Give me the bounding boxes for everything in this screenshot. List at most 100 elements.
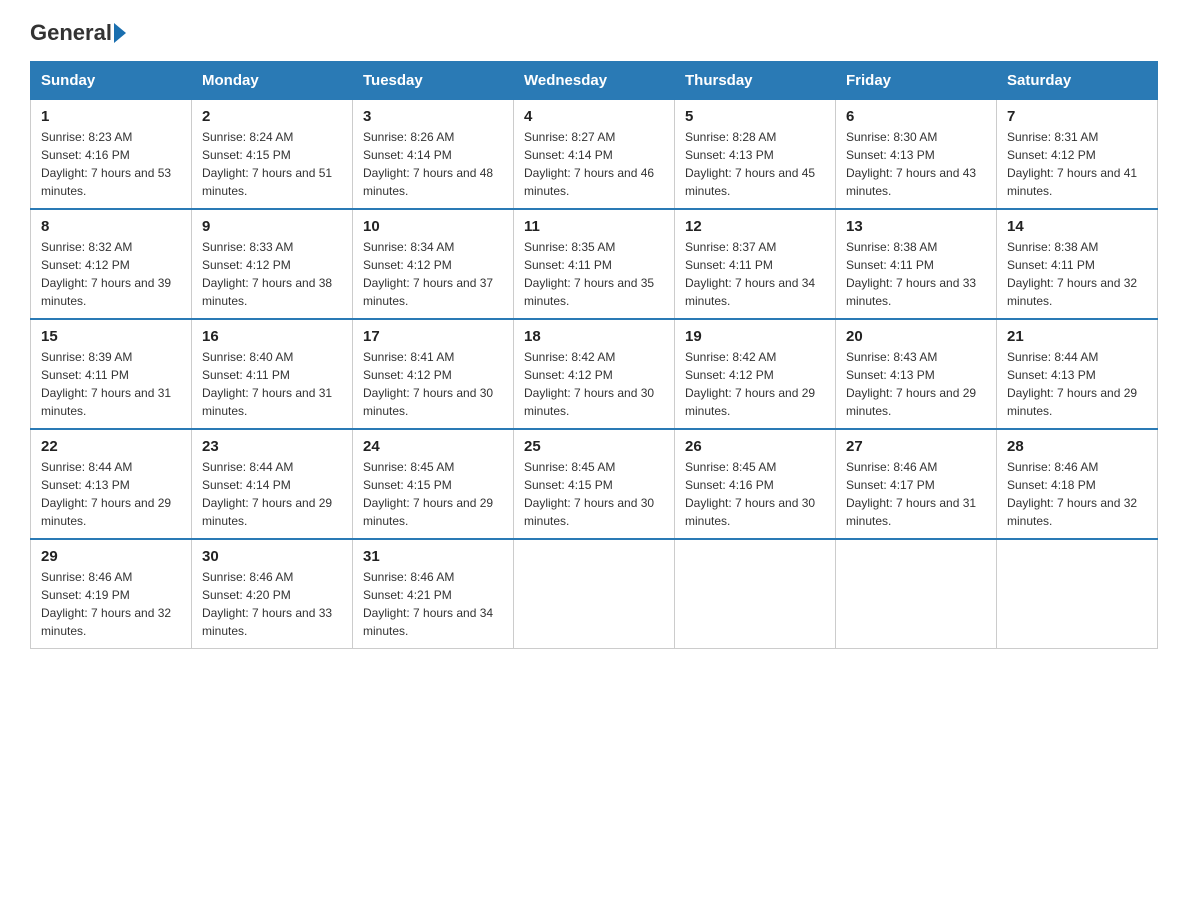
day-info: Sunrise: 8:27 AMSunset: 4:14 PMDaylight:… [524,128,664,200]
day-number: 18 [524,328,664,345]
calendar-cell: 12 Sunrise: 8:37 AMSunset: 4:11 PMDayligh… [675,209,836,319]
day-info: Sunrise: 8:46 AMSunset: 4:20 PMDaylight:… [202,568,342,640]
day-number: 25 [524,438,664,455]
day-number: 9 [202,218,342,235]
day-info: Sunrise: 8:37 AMSunset: 4:11 PMDaylight:… [685,238,825,310]
weekday-header-monday: Monday [192,62,353,100]
calendar-cell: 26Sunrise: 8:45 AMSunset: 4:16 PMDayligh… [675,429,836,539]
day-number: 31 [363,548,503,565]
page-header: General [30,20,1158,43]
day-number: 14 [1007,218,1147,235]
calendar-cell: 31 Sunrise: 8:46 AMSunset: 4:21 PMDayligh… [353,539,514,649]
day-info: Sunrise: 8:28 AMSunset: 4:13 PMDaylight:… [685,128,825,200]
weekday-header-sunday: Sunday [31,62,192,100]
day-number: 30 [202,548,342,565]
weekday-header-thursday: Thursday [675,62,836,100]
day-info: Sunrise: 8:40 AMSunset: 4:11 PMDaylight:… [202,348,342,420]
calendar-cell: 11Sunrise: 8:35 AMSunset: 4:11 PMDayligh… [514,209,675,319]
calendar-cell: 15 Sunrise: 8:39 AMSunset: 4:11 PMDayligh… [31,319,192,429]
weekday-header-tuesday: Tuesday [353,62,514,100]
logo-line1: General [30,20,126,46]
day-number: 5 [685,108,825,125]
day-info: Sunrise: 8:45 AMSunset: 4:15 PMDaylight:… [524,458,664,530]
calendar-cell: 14 Sunrise: 8:38 AMSunset: 4:11 PMDayligh… [997,209,1158,319]
day-info: Sunrise: 8:45 AMSunset: 4:16 PMDaylight:… [685,458,825,530]
calendar-cell: 28 Sunrise: 8:46 AMSunset: 4:18 PMDayligh… [997,429,1158,539]
calendar-cell: 10 Sunrise: 8:34 AMSunset: 4:12 PMDayligh… [353,209,514,319]
calendar-cell: 13Sunrise: 8:38 AMSunset: 4:11 PMDayligh… [836,209,997,319]
calendar-cell: 19 Sunrise: 8:42 AMSunset: 4:12 PMDayligh… [675,319,836,429]
day-info: Sunrise: 8:41 AMSunset: 4:12 PMDaylight:… [363,348,503,420]
calendar-cell: 4Sunrise: 8:27 AMSunset: 4:14 PMDaylight… [514,100,675,210]
day-number: 23 [202,438,342,455]
calendar-cell: 25 Sunrise: 8:45 AMSunset: 4:15 PMDayligh… [514,429,675,539]
day-number: 19 [685,328,825,345]
calendar-cell: 30 Sunrise: 8:46 AMSunset: 4:20 PMDayligh… [192,539,353,649]
day-info: Sunrise: 8:42 AMSunset: 4:12 PMDaylight:… [685,348,825,420]
day-number: 24 [363,438,503,455]
calendar-table: SundayMondayTuesdayWednesdayThursdayFrid… [30,61,1158,649]
day-number: 3 [363,108,503,125]
day-info: Sunrise: 8:44 AMSunset: 4:14 PMDaylight:… [202,458,342,530]
day-info: Sunrise: 8:43 AMSunset: 4:13 PMDaylight:… [846,348,986,420]
calendar-cell: 1 Sunrise: 8:23 AMSunset: 4:16 PMDaylight… [31,100,192,210]
calendar-week-1: 1 Sunrise: 8:23 AMSunset: 4:16 PMDaylight… [31,100,1158,210]
day-info: Sunrise: 8:46 AMSunset: 4:18 PMDaylight:… [1007,458,1147,530]
day-info: Sunrise: 8:35 AMSunset: 4:11 PMDaylight:… [524,238,664,310]
day-info: Sunrise: 8:39 AMSunset: 4:11 PMDaylight:… [41,348,181,420]
day-number: 2 [202,108,342,125]
calendar-cell: 24 Sunrise: 8:45 AMSunset: 4:15 PMDayligh… [353,429,514,539]
calendar-cell [997,539,1158,649]
calendar-cell: 16 Sunrise: 8:40 AMSunset: 4:11 PMDayligh… [192,319,353,429]
day-number: 21 [1007,328,1147,345]
day-number: 1 [41,108,181,125]
day-number: 8 [41,218,181,235]
day-number: 17 [363,328,503,345]
day-number: 29 [41,548,181,565]
day-number: 15 [41,328,181,345]
calendar-cell [675,539,836,649]
calendar-cell: 9Sunrise: 8:33 AMSunset: 4:12 PMDaylight… [192,209,353,319]
day-number: 12 [685,218,825,235]
day-info: Sunrise: 8:45 AMSunset: 4:15 PMDaylight:… [363,458,503,530]
day-number: 10 [363,218,503,235]
day-number: 27 [846,438,986,455]
calendar-cell: 27 Sunrise: 8:46 AMSunset: 4:17 PMDayligh… [836,429,997,539]
calendar-cell [514,539,675,649]
calendar-cell [836,539,997,649]
calendar-cell: 23 Sunrise: 8:44 AMSunset: 4:14 PMDayligh… [192,429,353,539]
day-number: 28 [1007,438,1147,455]
day-info: Sunrise: 8:38 AMSunset: 4:11 PMDaylight:… [1007,238,1147,310]
calendar-cell: 29 Sunrise: 8:46 AMSunset: 4:19 PMDayligh… [31,539,192,649]
calendar-cell: 6Sunrise: 8:30 AMSunset: 4:13 PMDaylight… [836,100,997,210]
day-number: 16 [202,328,342,345]
day-info: Sunrise: 8:24 AMSunset: 4:15 PMDaylight:… [202,128,342,200]
day-info: Sunrise: 8:30 AMSunset: 4:13 PMDaylight:… [846,128,986,200]
day-info: Sunrise: 8:44 AMSunset: 4:13 PMDaylight:… [1007,348,1147,420]
calendar-cell: 5 Sunrise: 8:28 AMSunset: 4:13 PMDaylight… [675,100,836,210]
day-number: 22 [41,438,181,455]
day-info: Sunrise: 8:32 AMSunset: 4:12 PMDaylight:… [41,238,181,310]
weekday-header-friday: Friday [836,62,997,100]
day-info: Sunrise: 8:46 AMSunset: 4:19 PMDaylight:… [41,568,181,640]
logo-arrow-icon [114,23,126,43]
calendar-cell: 2 Sunrise: 8:24 AMSunset: 4:15 PMDaylight… [192,100,353,210]
day-info: Sunrise: 8:44 AMSunset: 4:13 PMDaylight:… [41,458,181,530]
day-info: Sunrise: 8:34 AMSunset: 4:12 PMDaylight:… [363,238,503,310]
calendar-cell: 20Sunrise: 8:43 AMSunset: 4:13 PMDayligh… [836,319,997,429]
calendar-week-5: 29 Sunrise: 8:46 AMSunset: 4:19 PMDayligh… [31,539,1158,649]
day-info: Sunrise: 8:31 AMSunset: 4:12 PMDaylight:… [1007,128,1147,200]
calendar-cell: 17 Sunrise: 8:41 AMSunset: 4:12 PMDayligh… [353,319,514,429]
day-info: Sunrise: 8:26 AMSunset: 4:14 PMDaylight:… [363,128,503,200]
calendar-cell: 21 Sunrise: 8:44 AMSunset: 4:13 PMDayligh… [997,319,1158,429]
calendar-week-3: 15 Sunrise: 8:39 AMSunset: 4:11 PMDayligh… [31,319,1158,429]
day-info: Sunrise: 8:46 AMSunset: 4:21 PMDaylight:… [363,568,503,640]
weekday-header-saturday: Saturday [997,62,1158,100]
calendar-week-2: 8 Sunrise: 8:32 AMSunset: 4:12 PMDaylight… [31,209,1158,319]
day-info: Sunrise: 8:38 AMSunset: 4:11 PMDaylight:… [846,238,986,310]
day-info: Sunrise: 8:23 AMSunset: 4:16 PMDaylight:… [41,128,181,200]
day-info: Sunrise: 8:46 AMSunset: 4:17 PMDaylight:… [846,458,986,530]
calendar-cell: 7Sunrise: 8:31 AMSunset: 4:12 PMDaylight… [997,100,1158,210]
calendar-cell: 18Sunrise: 8:42 AMSunset: 4:12 PMDayligh… [514,319,675,429]
weekday-header-wednesday: Wednesday [514,62,675,100]
